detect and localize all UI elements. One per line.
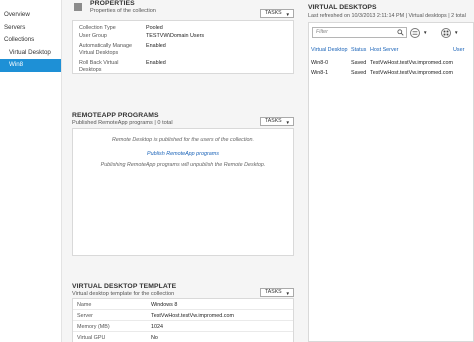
property-key: Roll Back Virtual Desktops [79,60,119,73]
remoteapp-info-text: Remote Desktop is published for the user… [111,137,255,143]
properties-icon [74,3,82,11]
query-options-button[interactable] [410,28,420,38]
template-row: Name Windows 8 [73,299,293,310]
tasks-label: TASKS [265,10,282,16]
collection-details-pane: PROPERTIES Properties of the collection … [62,0,302,342]
table-row[interactable]: Win8-1 Saved TestVwHost.testVw.impromed.… [309,69,474,78]
chevron-down-icon[interactable]: ▼ [423,30,427,35]
remoteapp-subtitle: Published RemoteApp programs | 0 total [72,120,173,126]
remoteapp-warning-text: Publishing RemoteApp programs will unpub… [100,162,266,168]
remoteapp-header: REMOTEAPP PROGRAMS Published RemoteApp p… [72,110,294,130]
view-options-button[interactable] [441,28,451,38]
remoteapp-body: Remote Desktop is published for the user… [72,128,294,256]
nav-item-servers[interactable]: Servers [0,22,61,35]
template-tasks-button[interactable]: TASKS ▼ [260,288,294,297]
chevron-down-icon: ▼ [285,291,290,296]
desktop-status: Saved [351,70,367,76]
nav-item-virtual-desktop[interactable]: Virtual Desktop [0,47,61,60]
desktop-name: Win8-1 [311,70,329,76]
template-body: Name Windows 8 Server TestVwHost.testVw.… [72,298,294,342]
virtual-desktops-list: Filter ▼ ▼ Virtual Desktop Status Host S… [308,22,474,342]
property-key: Collection Type [79,25,116,31]
template-value: Windows 8 [151,302,178,308]
grid-icon [443,30,449,36]
nav-item-overview[interactable]: Overview [0,9,61,22]
filter-input[interactable]: Filter [312,27,407,38]
property-key: User Group [79,33,107,39]
property-value: Enabled [146,60,166,66]
template-key: Name [77,302,92,308]
chevron-down-icon: ▼ [285,120,290,125]
template-value: 1024 [151,324,163,330]
list-icon [412,31,418,35]
desktop-status: Saved [351,60,367,66]
remoteapp-tasks-button[interactable]: TASKS ▼ [260,117,294,126]
left-nav: Overview Servers Collections Virtual Des… [0,0,62,342]
column-header-virtual-desktop[interactable]: Virtual Desktop [311,47,347,53]
chevron-down-icon: ▼ [285,12,290,17]
desktop-host: TestVwHost.testVw.impromed.com [370,70,453,76]
remoteapp-section: REMOTEAPP PROGRAMS Published RemoteApp p… [72,110,294,260]
tasks-label: TASKS [265,289,282,295]
properties-header: PROPERTIES Properties of the collection … [72,0,294,20]
filter-placeholder: Filter [316,29,328,35]
table-row[interactable]: Win8-0 Saved TestVwHost.testVw.impromed.… [309,59,474,68]
template-value: No [151,335,158,341]
nav-item-win8[interactable]: Win8 [0,59,61,72]
template-row: Virtual GPU No [73,332,293,342]
properties-tasks-button[interactable]: TASKS ▼ [260,9,294,18]
template-key: Memory (MB) [77,324,110,330]
property-key: Automatically Manage Virtual Desktops [79,43,133,56]
template-section: VIRTUAL DESKTOP TEMPLATE Virtual desktop… [72,281,294,342]
search-icon[interactable] [397,29,404,36]
desktop-name: Win8-0 [311,60,329,66]
virtual-desktops-subtitle: Last refreshed on 10/3/2013 2:11:14 PM |… [308,13,466,19]
column-header-row: Virtual Desktop Status Host Server User [309,45,474,55]
nav-item-collections[interactable]: Collections [0,34,61,47]
column-header-user[interactable]: User [453,47,464,53]
properties-body: Collection Type Pooled User Group TESTVW… [72,20,294,74]
template-title: VIRTUAL DESKTOP TEMPLATE [72,283,177,290]
remoteapp-title: REMOTEAPP PROGRAMS [72,112,159,119]
publish-remoteapp-link[interactable]: Publish RemoteApp programs [73,151,293,157]
template-row: Memory (MB) 1024 [73,321,293,332]
property-value: TESTVW\Domain Users [146,33,205,39]
chevron-down-icon[interactable]: ▼ [454,30,458,35]
virtual-desktops-pane: VIRTUAL DESKTOPS Last refreshed on 10/3/… [302,0,474,342]
virtual-desktops-title: VIRTUAL DESKTOPS [308,4,377,11]
properties-subtitle: Properties of the collection [90,8,156,14]
template-value: TestVwHost.testVw.impromed.com [151,313,234,319]
properties-section: PROPERTIES Properties of the collection … [72,0,294,96]
property-value: Pooled [146,25,163,31]
desktop-host: TestVwHost.testVw.impromed.com [370,60,453,66]
template-key: Server [77,313,93,319]
template-key: Virtual GPU [77,335,106,341]
template-subtitle: Virtual desktop template for the collect… [72,291,175,297]
column-header-status[interactable]: Status [351,47,366,53]
properties-title: PROPERTIES [90,0,135,7]
property-value: Enabled [146,43,166,49]
column-header-host-server[interactable]: Host Server [370,47,398,53]
template-row: Server TestVwHost.testVw.impromed.com [73,310,293,321]
tasks-label: TASKS [265,118,282,124]
